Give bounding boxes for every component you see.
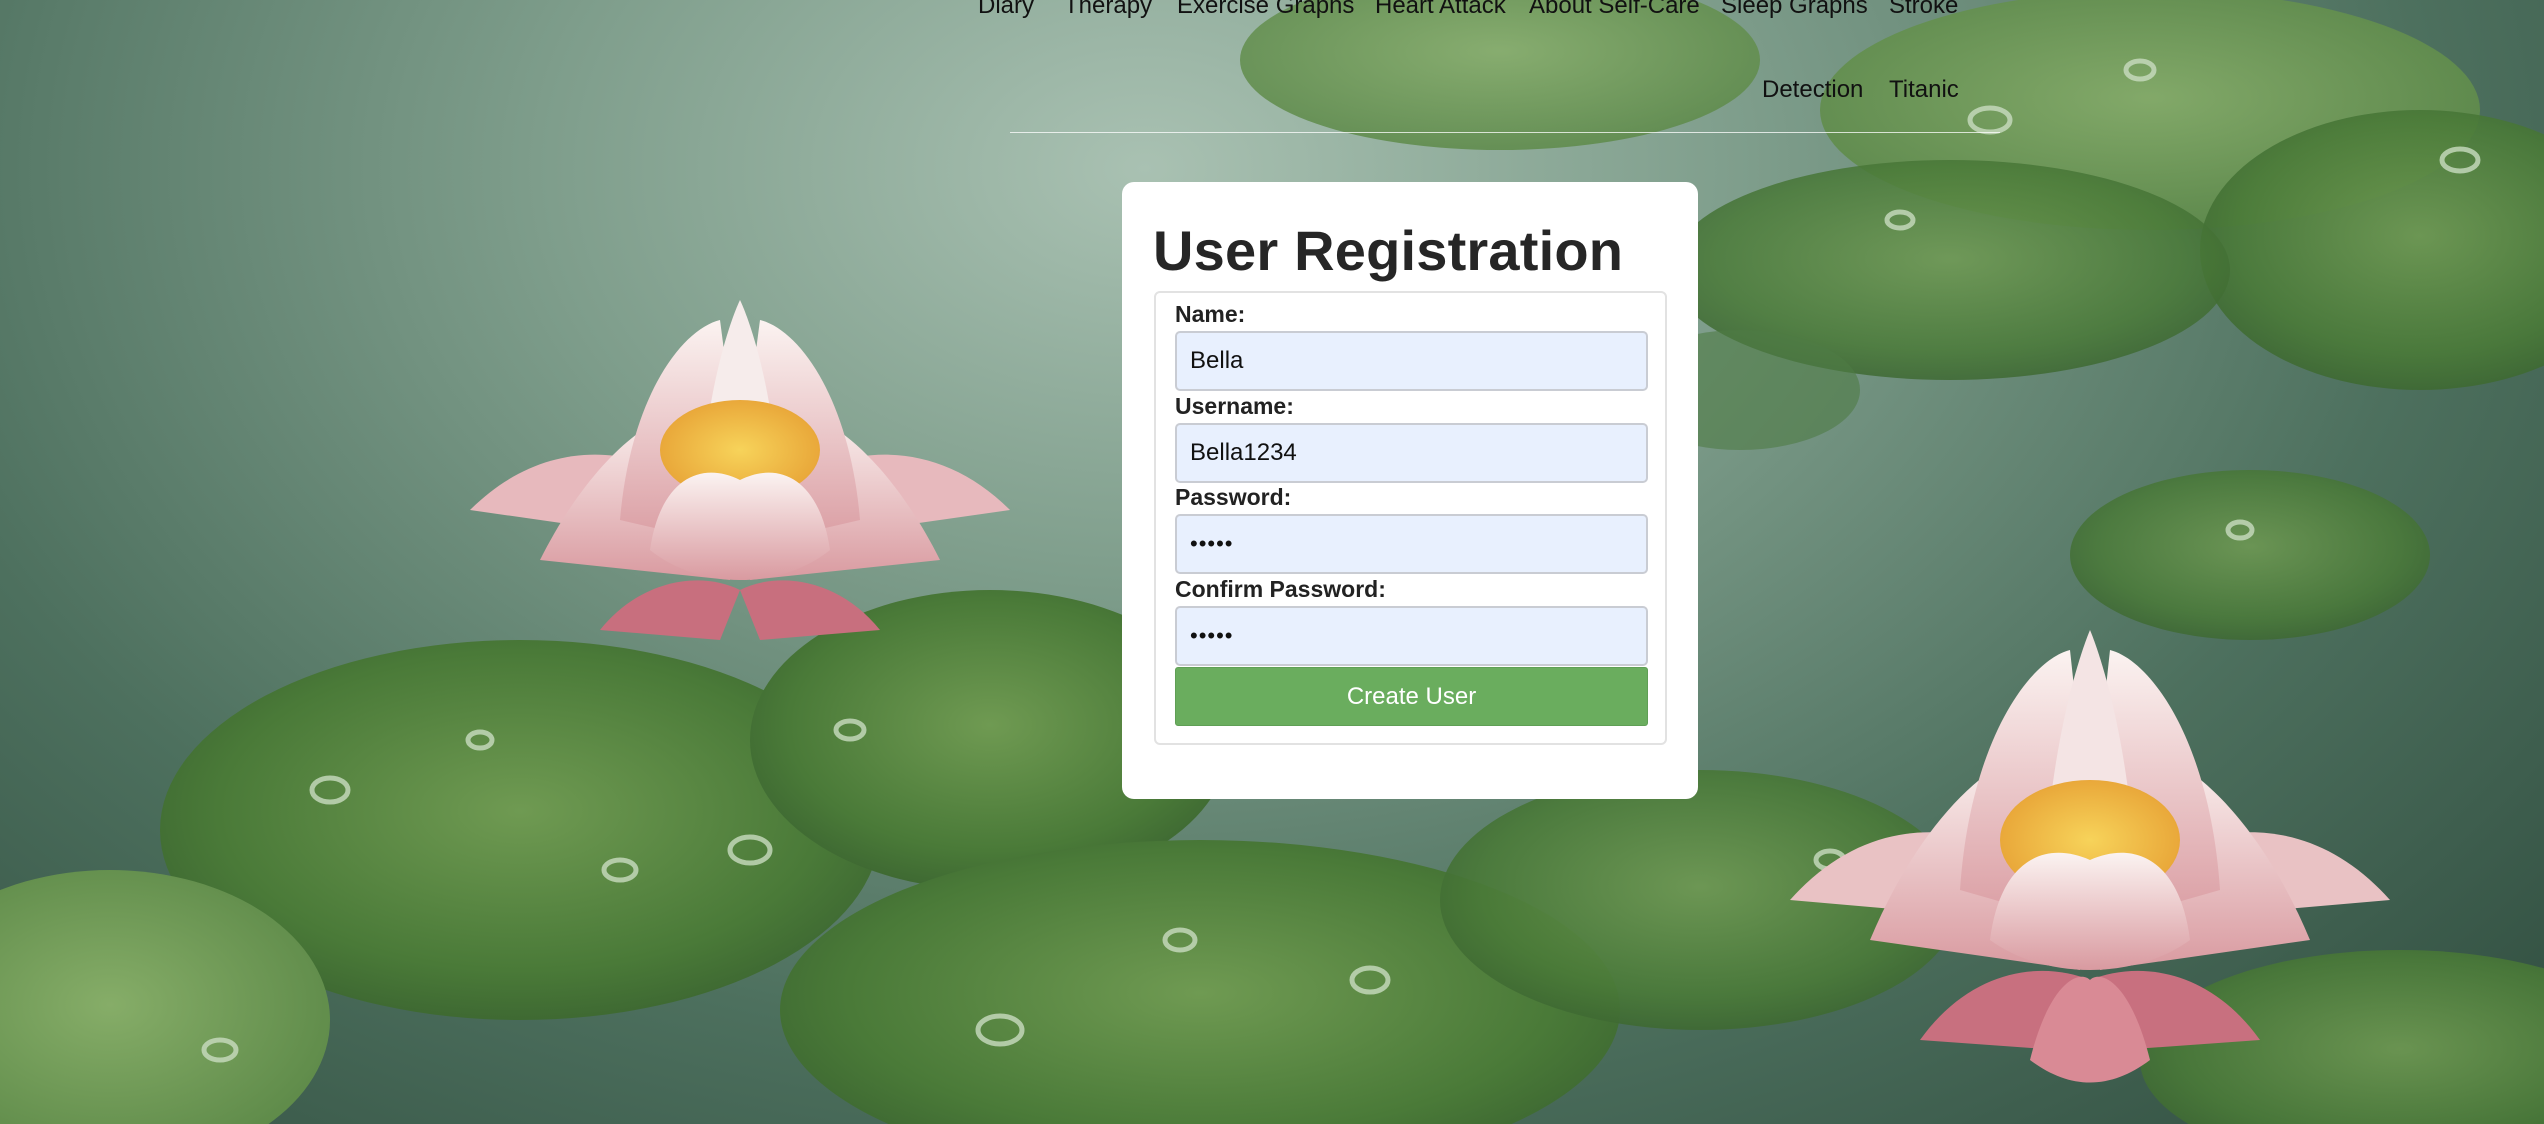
nav-link-exercise-graphs[interactable]: Exercise Graphs xyxy=(1177,0,1354,20)
password-input[interactable] xyxy=(1175,514,1648,574)
nav-link-detection[interactable]: Detection xyxy=(1762,76,1863,104)
nav-divider xyxy=(1010,132,2000,133)
nav-link-sleep-graphs[interactable]: Sleep Graphs xyxy=(1721,0,1868,20)
create-user-button[interactable]: Create User xyxy=(1175,667,1648,726)
password-label: Password: xyxy=(1175,484,1292,510)
nav-link-about-self-care[interactable]: About Self-Care xyxy=(1529,0,1700,20)
nav-link-stroke[interactable]: Stroke xyxy=(1889,0,1958,20)
page-background: Diary Therapy Exercise Graphs Heart Atta… xyxy=(0,0,2544,1124)
registration-card: User Registration Name: Username: Passwo… xyxy=(1122,182,1698,799)
name-label: Name: xyxy=(1175,301,1246,327)
nav-link-titanic[interactable]: Titanic xyxy=(1889,76,1959,104)
username-label: Username: xyxy=(1175,393,1294,419)
page-title: User Registration xyxy=(1153,219,1624,282)
confirm-password-label: Confirm Password: xyxy=(1175,576,1386,602)
top-navigation: Diary Therapy Exercise Graphs Heart Atta… xyxy=(0,0,2544,140)
confirm-password-input[interactable] xyxy=(1175,606,1648,666)
username-input[interactable] xyxy=(1175,423,1648,483)
nav-link-diary[interactable]: Diary xyxy=(978,0,1034,20)
name-input[interactable] xyxy=(1175,331,1648,391)
registration-form: Name: Username: Password: Confirm Passwo… xyxy=(1154,291,1667,745)
nav-link-therapy[interactable]: Therapy xyxy=(1064,0,1152,20)
nav-link-heart-attack[interactable]: Heart Attack xyxy=(1375,0,1506,20)
